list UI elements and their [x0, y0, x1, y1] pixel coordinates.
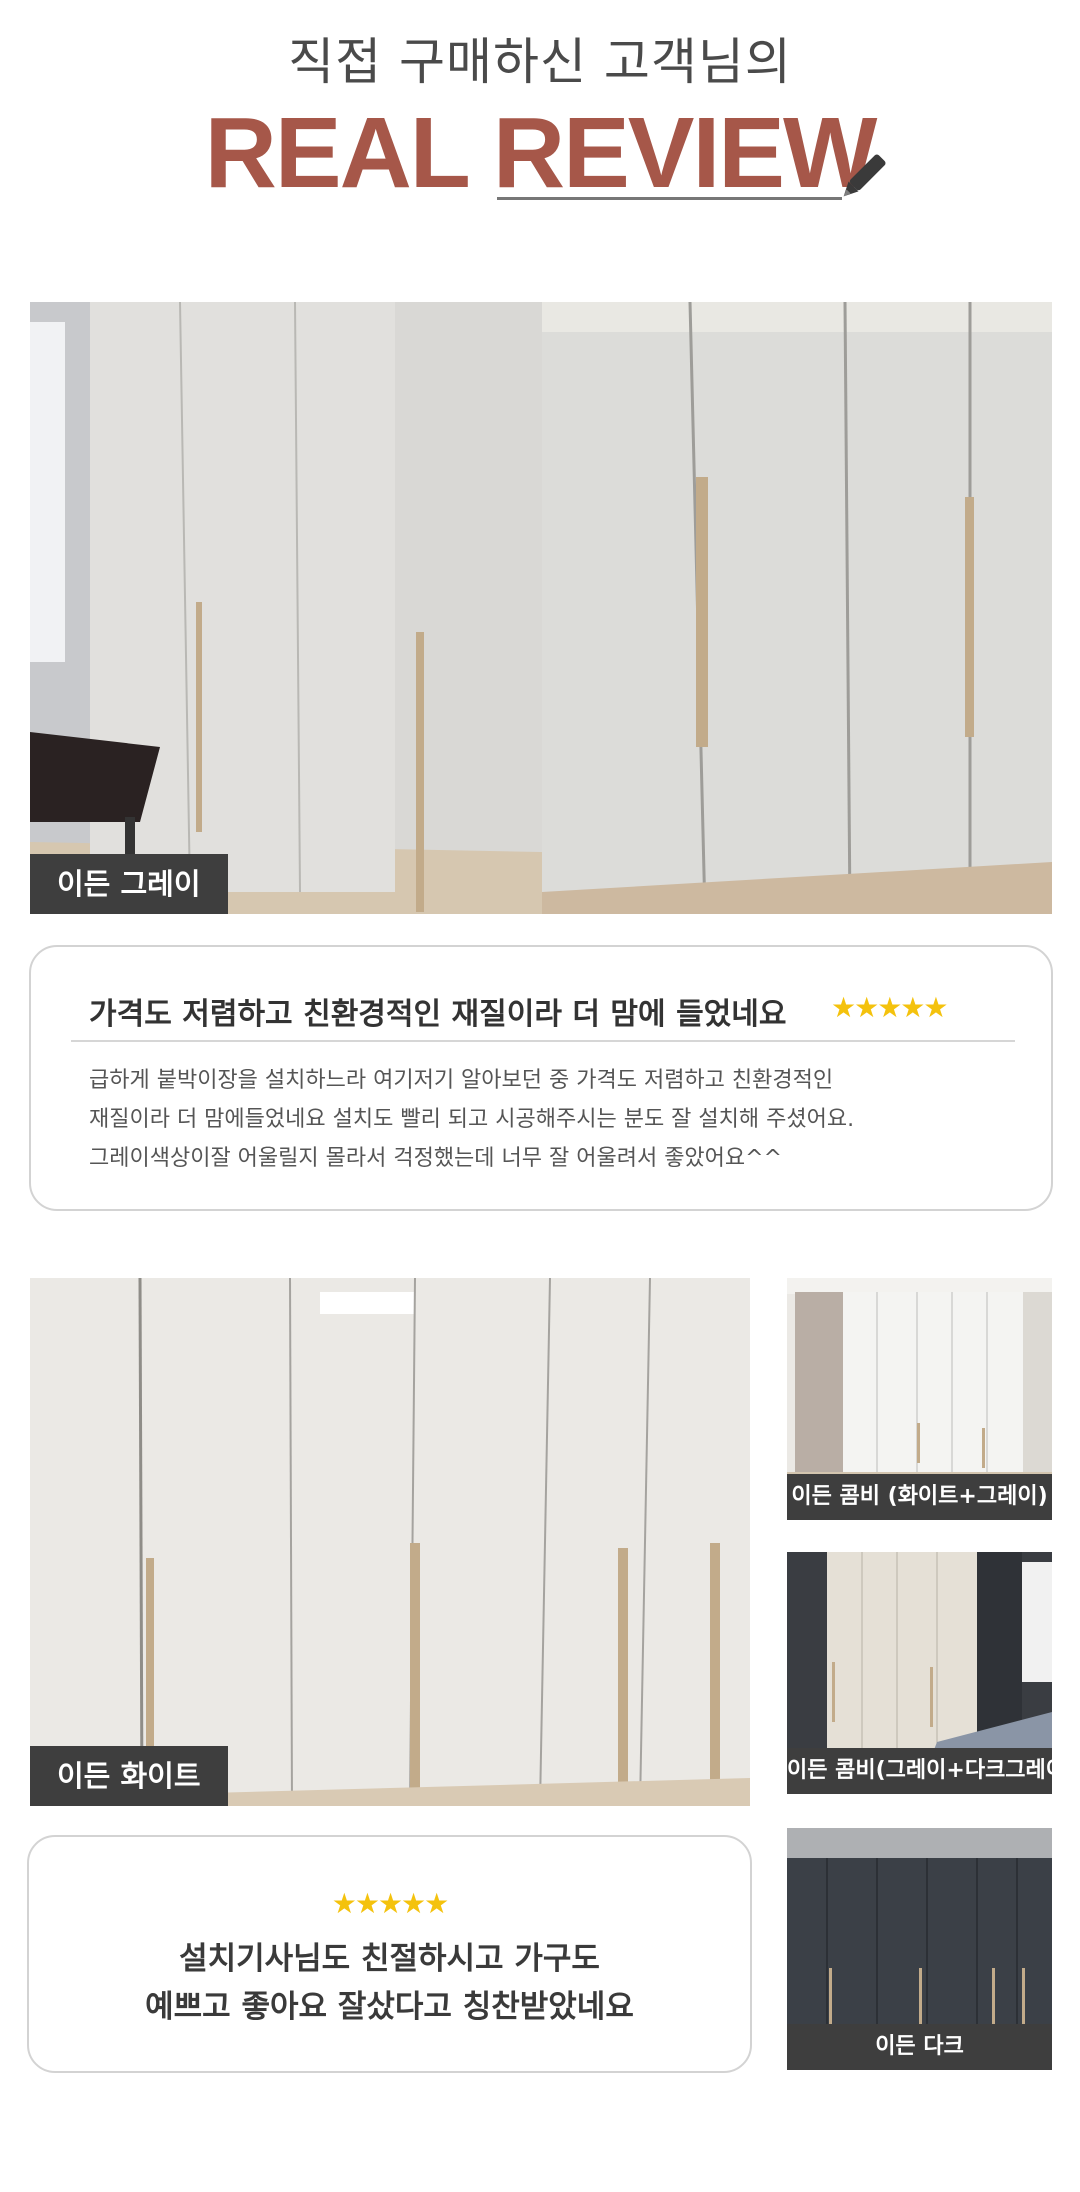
star-rating: ★★★★★ [831, 991, 949, 1024]
review-line: 재질이라 더 맘에들었네요 설치도 빨리 되고 시공해주시는 분도 잘 설치해 … [89, 1107, 855, 1132]
star-rating: ★★★★★ [331, 1887, 450, 1920]
review-body: 설치기사님도 친절하시고 가구도 예쁘고 좋아요 잘샀다고 칭찬받았네요 [29, 1935, 750, 2031]
review-body: 급하게 붙박이장을 설치하느라 여기저기 알아보던 중 가격도 저렴하고 친환경… [89, 1061, 1009, 1178]
section-title: REAL REVIEW [204, 97, 878, 209]
review-card: ★★★★★ 설치기사님도 친절하시고 가구도 예쁘고 좋아요 잘샀다고 칭찬받았… [27, 1835, 752, 2073]
review-photo-gray: 이든 그레이 [30, 302, 1052, 914]
review-line: 급하게 붙박이장을 설치하느라 여기저기 알아보던 중 가격도 저렴하고 친환경… [89, 1068, 834, 1093]
photo-caption: 이든 콤비(그레이+다크그레이) [787, 1748, 1052, 1794]
wardrobe-white-image [30, 1278, 750, 1806]
wardrobe-gray-image [30, 302, 1052, 914]
photo-caption: 이든 그레이 [30, 854, 228, 914]
review-photo-combi-gray-dark: 이든 콤비(그레이+다크그레이) [787, 1552, 1052, 1794]
review-photo-combi-white-gray: 이든 콤비 (화이트+그레이) [787, 1278, 1052, 1520]
review-line: 예쁘고 좋아요 잘샀다고 칭찬받았네요 [145, 1989, 634, 2025]
review-photo-dark: 이든 다크 [787, 1828, 1052, 2070]
review-line: 그레이색상이잘 어울릴지 몰라서 걱정했는데 너무 잘 어울려서 좋았어요^^ [89, 1146, 783, 1171]
review-card: 가격도 저렴하고 친환경적인 재질이라 더 맘에 들었네요 ★★★★★ 급하게 … [29, 945, 1053, 1211]
pencil-icon [832, 148, 892, 208]
photo-caption: 이든 화이트 [30, 1746, 228, 1806]
divider [71, 1040, 1015, 1042]
review-line: 설치기사님도 친절하시고 가구도 [179, 1941, 600, 1977]
title-underline [497, 197, 842, 200]
review-title: 가격도 저렴하고 친환경적인 재질이라 더 맘에 들었네요 [89, 997, 787, 1032]
photo-caption: 이든 콤비 (화이트+그레이) [787, 1474, 1052, 1520]
review-photo-white: 이든 화이트 [30, 1278, 750, 1806]
section-subtitle: 직접 구매하신 고객님의 [288, 33, 792, 91]
photo-caption: 이든 다크 [787, 2024, 1052, 2070]
